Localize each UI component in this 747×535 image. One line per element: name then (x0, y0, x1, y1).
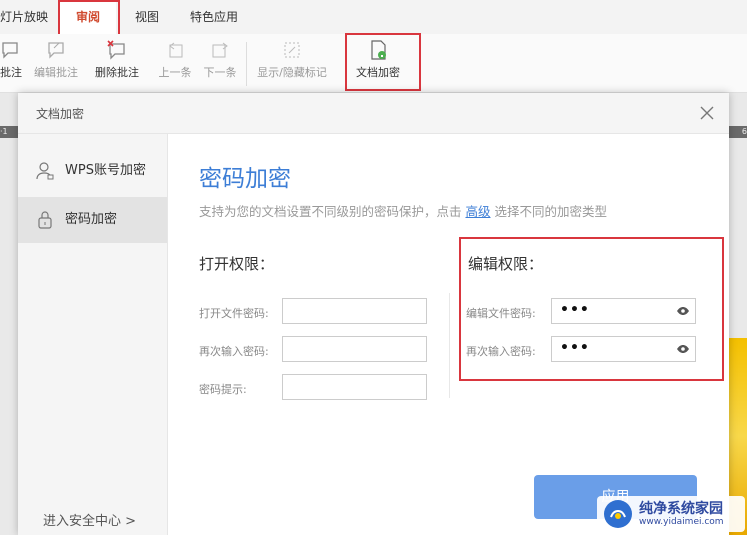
tab-special[interactable]: 特色应用 (190, 0, 250, 34)
advanced-link[interactable]: 高级 (465, 204, 490, 219)
delete-comment-icon (107, 40, 125, 60)
prev-label: 上一条 (158, 66, 192, 79)
description-suffix: 选择不同的加密类型 (490, 204, 607, 219)
delete-comment-label: 删除批注 (95, 66, 139, 79)
comment-label: 批注 (0, 66, 22, 79)
prev-button[interactable]: 上一条 (155, 34, 195, 92)
open-password-input[interactable] (282, 298, 427, 324)
watermark-url: www.yidaimei.com (639, 517, 724, 527)
edit-comment-button[interactable]: 编辑批注 (30, 34, 82, 92)
ruler-right: 6 (729, 126, 747, 138)
comment-button[interactable]: 批注 (0, 34, 28, 92)
highlight-review-tab (58, 0, 120, 37)
delete-comment-button[interactable]: 删除批注 (86, 34, 148, 92)
sidebar-item-label: WPS账号加密 (65, 163, 146, 178)
show-hide-markup-button[interactable]: 显示/隐藏标记 (252, 34, 332, 92)
sidebar-item-wps-account[interactable]: WPS账号加密 (18, 148, 167, 194)
section-divider (449, 293, 450, 398)
highlight-edit-permission (459, 237, 724, 381)
sidebar-item-label: 密码加密 (65, 212, 118, 227)
ruler-left: ·1 (0, 126, 18, 138)
close-icon[interactable] (697, 103, 717, 123)
password-hint-input[interactable] (282, 374, 427, 400)
security-center-link[interactable]: 进入安全中心 > (43, 510, 136, 529)
next-label: 下一条 (203, 66, 237, 79)
lock-icon (38, 211, 52, 229)
watermark-logo-icon (604, 500, 632, 528)
open-password-confirm-input[interactable] (282, 336, 427, 362)
dialog-sidebar: WPS账号加密 密码加密 进入安全中心 > (18, 134, 168, 535)
comment-icon (2, 42, 18, 59)
watermark-title: 纯净系统家园 (639, 501, 723, 517)
toolbar-divider (246, 42, 247, 86)
edit-comment-label: 编辑批注 (34, 66, 78, 79)
open-password-label: 打开文件密码: (199, 307, 269, 320)
open-permission-title: 打开权限： (199, 255, 275, 273)
page-title: 密码加密 (199, 166, 291, 192)
sidebar-item-password[interactable]: 密码加密 (18, 197, 167, 243)
show-hide-markup-label: 显示/隐藏标记 (257, 66, 327, 79)
dialog-title: 文档加密 (36, 107, 85, 121)
password-hint-label: 密码提示: (199, 383, 247, 396)
dialog-header: 文档加密 (18, 93, 729, 134)
tab-slideshow[interactable]: 灯片放映 (0, 0, 50, 34)
user-lock-icon (36, 162, 54, 180)
next-icon (212, 42, 228, 58)
highlight-encrypt-button (345, 33, 421, 91)
edit-comment-icon (48, 42, 64, 59)
description: 支持为您的文档设置不同级别的密码保护，点击 高级 选择不同的加密类型 (199, 201, 607, 220)
tab-view[interactable]: 视图 (135, 0, 165, 34)
prev-icon (169, 42, 183, 58)
next-button[interactable]: 下一条 (200, 34, 240, 92)
markup-icon (284, 42, 300, 58)
open-password-confirm-label: 再次输入密码: (199, 345, 269, 358)
watermark: 纯净系统家园 www.yidaimei.com (597, 496, 745, 532)
description-prefix: 支持为您的文档设置不同级别的密码保护，点击 (199, 204, 466, 219)
